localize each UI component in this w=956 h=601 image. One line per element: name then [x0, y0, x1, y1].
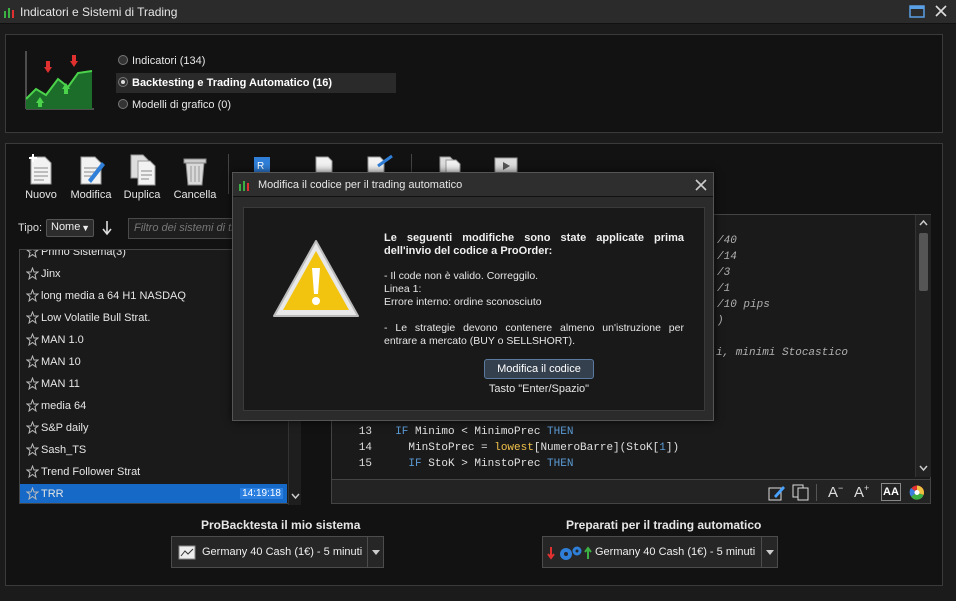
share-icon[interactable] — [366, 154, 396, 174]
code-fragment: /1 — [717, 283, 731, 295]
category-backtesting[interactable]: Backtesting e Trading Automatico (16) — [116, 73, 396, 93]
error-line: - Il code non è valido. Correggilo. — [384, 270, 539, 282]
list-item[interactable]: TRR 14:19:18 — [20, 484, 287, 503]
favorite-star-icon[interactable] — [25, 442, 40, 457]
code-line: 15 IF StoK > MinstoPrec THEN — [332, 458, 574, 470]
sort-arrow-icon[interactable] — [101, 220, 113, 236]
favorite-star-icon[interactable] — [25, 398, 40, 413]
chevron-down-icon[interactable] — [290, 490, 301, 502]
error-line: Errore interno: ordine sconosciuto — [384, 296, 542, 308]
favorite-star-icon[interactable] — [25, 420, 40, 435]
color-wheel-icon[interactable] — [908, 484, 926, 501]
copy-code-icon[interactable] — [792, 484, 810, 501]
backtest-title: ProBacktesta il mio sistema — [201, 518, 361, 532]
auto-trading-title: Preparati per il trading automatico — [566, 518, 762, 532]
favorite-star-icon[interactable] — [25, 486, 40, 501]
svg-text:R: R — [257, 161, 264, 172]
edit-button[interactable]: Modifica — [66, 154, 116, 204]
auto-trading-instrument-select[interactable]: Germany 40 Cash (1€) - 5 minuti — [542, 536, 778, 568]
edit-document-icon — [80, 156, 105, 185]
duplicate-icon — [130, 154, 156, 186]
favorite-star-icon[interactable] — [25, 266, 40, 281]
toolbar-separator — [228, 154, 229, 194]
app-chart-icon — [239, 181, 249, 191]
category-panel: Indicatori (134) Backtesting e Trading A… — [5, 34, 943, 133]
code-fragment: /3 — [717, 267, 731, 279]
keyboard-hint: Tasto "Enter/Spazio" — [488, 383, 590, 395]
list-item[interactable]: S&P daily — [20, 418, 287, 440]
modify-code-button[interactable]: Modifica il codice — [484, 359, 594, 379]
favorite-star-icon[interactable] — [25, 310, 40, 325]
code-fragment: /14 — [717, 251, 737, 263]
window-title: Indicatori e Sistemi di Trading — [20, 5, 178, 19]
chevron-down-icon: ▼ — [81, 223, 90, 233]
auto-trading-code-dialog: Modifica il codice per il trading automa… — [232, 172, 714, 421]
dialog-body: Le seguenti modifiche sono state applica… — [243, 207, 705, 411]
filter-systems-input[interactable]: Filtro dei sistemi di tr — [128, 218, 238, 239]
restore-icon — [909, 5, 925, 18]
backtest-instrument-select[interactable]: Germany 40 Cash (1€) - 5 minuti — [171, 536, 384, 568]
toolbar-separator — [816, 484, 817, 501]
favorite-star-icon[interactable] — [25, 354, 40, 369]
close-icon — [935, 5, 947, 17]
line-number: 15 — [358, 458, 372, 470]
new-document-icon — [29, 154, 52, 185]
close-window-button[interactable] — [930, 1, 952, 22]
editor-toolbar: A− A+ AA — [332, 479, 930, 503]
chevron-down-icon[interactable] — [918, 463, 929, 473]
code-fragment: ) — [717, 315, 724, 327]
last-modified-time: 14:19:18 — [240, 488, 283, 499]
favorite-star-icon[interactable] — [26, 250, 39, 259]
list-item[interactable]: Trend Follower Strat — [20, 462, 287, 484]
decrease-font-icon[interactable]: A− — [828, 483, 843, 501]
code-line: 14 MinStoPrec = lowest[NumeroBarre](StoK… — [332, 442, 679, 454]
error-line: Linea 1: — [384, 283, 422, 295]
app-chart-icon — [4, 8, 14, 18]
close-icon[interactable] — [694, 178, 708, 192]
window-title-bar: Indicatori e Sistemi di Trading — [0, 0, 956, 24]
trash-icon — [183, 158, 207, 186]
dialog-heading: Le seguenti modifiche sono state applica… — [384, 232, 684, 257]
automatic-trading-gears-icon — [547, 546, 592, 560]
radio-backtesting[interactable] — [118, 77, 128, 87]
restore-window-button[interactable] — [906, 1, 928, 22]
list-item[interactable]: Sash_TS — [20, 440, 287, 462]
category-indicators[interactable]: Indicatori (134) — [116, 51, 396, 71]
code-fragment: i, minimi Stocastico — [716, 347, 849, 359]
favorite-star-icon[interactable] — [25, 376, 40, 391]
scroll-thumb[interactable] — [919, 233, 928, 291]
font-style-icon[interactable]: AA — [881, 483, 901, 501]
line-number: 13 — [358, 426, 372, 438]
duplicate-button[interactable]: Duplica — [117, 154, 167, 204]
code-fragment: /40 — [717, 235, 737, 247]
error-line: - Le strategie devono contenere almeno u… — [384, 322, 684, 347]
code-line: 13 IF Minimo < MinimoPrec THEN — [332, 426, 574, 438]
code-fragment: /10 pips — [717, 299, 770, 311]
chart-icon — [178, 545, 196, 560]
favorite-star-icon[interactable] — [25, 332, 40, 347]
type-select[interactable]: Nome ▼ — [46, 219, 94, 237]
category-chart-templates[interactable]: Modelli di grafico (0) — [116, 95, 396, 115]
delete-button[interactable]: Cancella — [170, 154, 220, 204]
edit-pencil-icon[interactable] — [768, 484, 786, 501]
chevron-up-icon[interactable] — [918, 218, 929, 228]
dialog-title-bar: Modifica il codice per il trading automa… — [233, 173, 713, 197]
trading-chart-logo-icon — [25, 51, 94, 110]
favorite-star-icon[interactable] — [25, 464, 40, 479]
code-scrollbar[interactable] — [915, 215, 931, 477]
favorite-star-icon[interactable] — [25, 288, 40, 303]
dialog-title: Modifica il codice per il trading automa… — [258, 179, 463, 191]
new-button[interactable]: Nuovo — [16, 154, 66, 204]
radio-indicators[interactable] — [118, 55, 128, 65]
warning-icon — [273, 240, 359, 317]
chevron-down-icon[interactable] — [367, 537, 383, 567]
chevron-down-icon[interactable] — [761, 537, 777, 567]
type-label: Tipo: — [18, 222, 43, 234]
radio-chart-templates[interactable] — [118, 99, 128, 109]
increase-font-icon[interactable]: A+ — [854, 483, 869, 501]
line-number: 14 — [358, 442, 372, 454]
